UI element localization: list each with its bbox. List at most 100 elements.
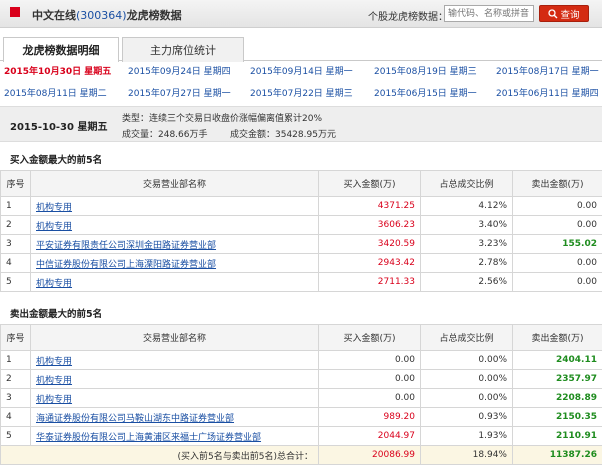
date-link[interactable]: 2015年08月19日 星期三 xyxy=(374,64,477,77)
page-title: 中文在线(300364)龙虎榜数据 xyxy=(32,7,182,23)
branch-link[interactable]: 机构专用 xyxy=(36,395,72,405)
tab-detail[interactable]: 龙虎榜数据明细 xyxy=(3,37,119,62)
branch-link[interactable]: 中信证券股份有限公司上海溧阳路证券营业部 xyxy=(36,260,216,270)
sell-amount: 2404.11 xyxy=(512,350,602,370)
totals-row: (买入前5名与卖出前5名)总合计： 20086.99 18.94% 11387.… xyxy=(0,445,602,465)
stock-code: (300364) xyxy=(76,9,127,22)
branch-name: 机构专用 xyxy=(30,272,319,292)
row-index: 3 xyxy=(0,234,31,254)
title-bar: 中文在线(300364)龙虎榜数据 个股龙虎榜数据： 查询 xyxy=(0,0,602,28)
search-label: 个股龙虎榜数据： xyxy=(368,12,448,23)
tab-seat-stats[interactable]: 主力席位统计 xyxy=(122,37,244,62)
summary-amount: 成交金额：35428.95万元 xyxy=(230,130,336,140)
buy-amount: 3606.23 xyxy=(318,215,421,235)
branch-link[interactable]: 海通证券股份有限公司马鞍山湖东中路证券营业部 xyxy=(36,414,234,424)
sell-amount: 0.00 xyxy=(512,196,602,216)
ratio: 2.56% xyxy=(420,272,513,292)
col-header: 卖出金额(万) xyxy=(512,324,602,351)
table-row: 3 平安证券有限责任公司深圳金田路证券营业部 3420.59 3.23% 155… xyxy=(0,234,602,254)
summary-date: 2015-10-30 星期五 xyxy=(10,122,108,133)
summary-type: 类型：连续三个交易日收盘价涨幅偏离值累计20% xyxy=(122,114,323,124)
sell-amount: 0.00 xyxy=(512,253,602,273)
sell-section-title: 卖出金额最大的前5名 xyxy=(10,309,103,320)
table-row: 5 华泰证券股份有限公司上海黄浦区来福士广场证券营业部 2044.97 1.93… xyxy=(0,426,602,446)
col-header: 占总成交比例 xyxy=(420,170,513,197)
sell-amount: 0.00 xyxy=(512,272,602,292)
buy-amount: 4371.25 xyxy=(318,196,421,216)
search-input[interactable] xyxy=(444,5,534,22)
ratio: 0.93% xyxy=(420,407,513,427)
ratio: 4.12% xyxy=(420,196,513,216)
date-link[interactable]: 2015年08月17日 星期一 xyxy=(496,64,599,77)
table-row: 1 机构专用 0.00 0.00% 2404.11 xyxy=(0,350,602,370)
col-header: 卖出金额(万) xyxy=(512,170,602,197)
branch-name: 机构专用 xyxy=(30,350,319,370)
date-link[interactable]: 2015年08月11日 星期二 xyxy=(4,86,107,99)
sell-amount: 155.02 xyxy=(512,234,602,254)
row-index: 2 xyxy=(0,369,31,389)
table-row: 3 机构专用 0.00 0.00% 2208.89 xyxy=(0,388,602,408)
branch-name: 机构专用 xyxy=(30,196,319,216)
table-row: 1 机构专用 4371.25 4.12% 0.00 xyxy=(0,196,602,216)
sell-table: 序号 交易营业部名称 买入金额(万) 占总成交比例 卖出金额(万) 1 机构专用… xyxy=(0,324,602,465)
summary-volume: 成交量：248.66万手 xyxy=(122,130,208,140)
date-link[interactable]: 2015年06月11日 星期四 xyxy=(496,86,599,99)
buy-amount: 3420.59 xyxy=(318,234,421,254)
branch-name: 机构专用 xyxy=(30,388,319,408)
row-index: 2 xyxy=(0,215,31,235)
totals-sell: 11387.26 xyxy=(512,445,602,465)
buy-amount: 0.00 xyxy=(318,388,421,408)
search-button-label: 查询 xyxy=(560,9,580,21)
row-index: 5 xyxy=(0,272,31,292)
row-index: 5 xyxy=(0,426,31,446)
col-header: 交易营业部名称 xyxy=(30,170,319,197)
sell-amount: 2357.97 xyxy=(512,369,602,389)
table-row: 5 机构专用 2711.33 2.56% 0.00 xyxy=(0,272,602,292)
table-header-row: 序号 交易营业部名称 买入金额(万) 占总成交比例 卖出金额(万) xyxy=(0,170,602,197)
ratio: 2.78% xyxy=(420,253,513,273)
row-index: 4 xyxy=(0,407,31,427)
branch-name: 中信证券股份有限公司上海溧阳路证券营业部 xyxy=(30,253,319,273)
branch-link[interactable]: 机构专用 xyxy=(36,222,72,232)
date-link[interactable]: 2015年07月27日 星期一 xyxy=(128,86,231,99)
col-header: 序号 xyxy=(0,170,31,197)
sell-amount: 0.00 xyxy=(512,215,602,235)
branch-name: 华泰证券股份有限公司上海黄浦区来福士广场证券营业部 xyxy=(30,426,319,446)
date-link[interactable]: 2015年09月24日 星期四 xyxy=(128,64,231,77)
branch-name: 海通证券股份有限公司马鞍山湖东中路证券营业部 xyxy=(30,407,319,427)
branch-link[interactable]: 机构专用 xyxy=(36,376,72,386)
date-link[interactable]: 2015年07月22日 星期三 xyxy=(250,86,353,99)
ratio: 3.23% xyxy=(420,234,513,254)
date-link[interactable]: 2015年06月15日 星期一 xyxy=(374,86,477,99)
buy-amount: 989.20 xyxy=(318,407,421,427)
buy-amount: 2044.97 xyxy=(318,426,421,446)
date-link[interactable]: 2015年10月30日 星期五 xyxy=(4,64,111,77)
col-header: 序号 xyxy=(0,324,31,351)
branch-link[interactable]: 华泰证券股份有限公司上海黄浦区来福士广场证券营业部 xyxy=(36,433,261,443)
ratio: 1.93% xyxy=(420,426,513,446)
sell-amount: 2150.35 xyxy=(512,407,602,427)
row-index: 1 xyxy=(0,350,31,370)
date-link[interactable]: 2015年09月14日 星期一 xyxy=(250,64,353,77)
sell-amount: 2110.91 xyxy=(512,426,602,446)
buy-amount: 2711.33 xyxy=(318,272,421,292)
branch-link[interactable]: 机构专用 xyxy=(36,357,72,367)
search-icon xyxy=(548,8,558,18)
ratio: 0.00% xyxy=(420,369,513,389)
ratio: 3.40% xyxy=(420,215,513,235)
table-row: 2 机构专用 0.00 0.00% 2357.97 xyxy=(0,369,602,389)
col-header: 买入金额(万) xyxy=(318,324,421,351)
search-button[interactable]: 查询 xyxy=(539,5,589,22)
col-header: 占总成交比例 xyxy=(420,324,513,351)
branch-link[interactable]: 机构专用 xyxy=(36,203,72,213)
table-row: 2 机构专用 3606.23 3.40% 0.00 xyxy=(0,215,602,235)
sell-amount: 2208.89 xyxy=(512,388,602,408)
buy-amount: 0.00 xyxy=(318,369,421,389)
title-square-icon xyxy=(10,7,20,17)
branch-link[interactable]: 机构专用 xyxy=(36,279,72,289)
col-header: 交易营业部名称 xyxy=(30,324,319,351)
branch-link[interactable]: 平安证券有限责任公司深圳金田路证券营业部 xyxy=(36,241,216,251)
ratio: 0.00% xyxy=(420,350,513,370)
row-index: 3 xyxy=(0,388,31,408)
branch-name: 机构专用 xyxy=(30,215,319,235)
